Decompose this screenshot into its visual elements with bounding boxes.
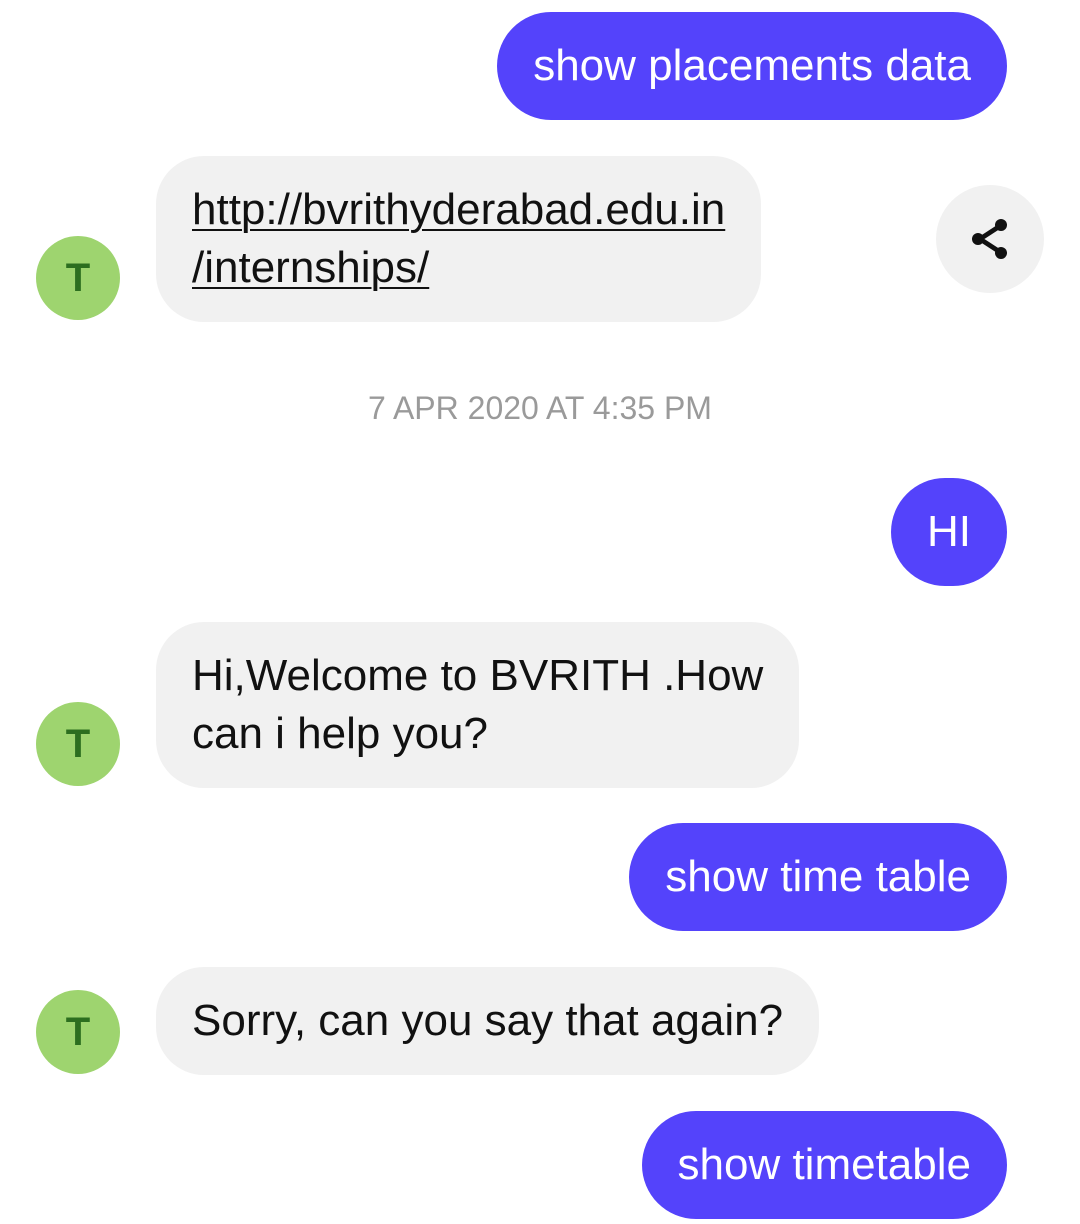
- message-text: Sorry, can you say that again?: [192, 996, 784, 1045]
- message-text: show placements data: [533, 41, 971, 90]
- bot-message-bubble[interactable]: Hi,Welcome to BVRITH .How can i help you…: [156, 622, 800, 788]
- user-message-bubble[interactable]: show timetable: [641, 1111, 1007, 1219]
- message-text-line: can i help you?: [192, 709, 488, 758]
- share-icon: [972, 219, 1007, 259]
- avatar-initial: T: [65, 722, 91, 766]
- chat-conversation: show placements data T http://bvrithyder…: [0, 0, 1080, 1224]
- message-text-line: Hi,Welcome to BVRITH .How: [192, 651, 764, 700]
- avatar-initial: T: [65, 256, 91, 300]
- bot-avatar: T: [36, 990, 120, 1074]
- link-line: http://bvrithyderabad.edu.in: [192, 185, 726, 234]
- message-text: HI: [927, 507, 971, 556]
- bot-avatar: T: [36, 702, 120, 786]
- bot-avatar: T: [36, 236, 120, 320]
- user-message-bubble[interactable]: show placements data: [497, 12, 1007, 120]
- user-message-bubble[interactable]: HI: [891, 478, 1007, 586]
- bot-message-bubble[interactable]: http://bvrithyderabad.edu.in/internships…: [156, 156, 762, 322]
- link-line: /internships/: [192, 243, 430, 292]
- user-message-bubble[interactable]: show time table: [629, 823, 1007, 931]
- share-button[interactable]: [936, 185, 1044, 293]
- message-text: show time table: [665, 852, 971, 901]
- timestamp: 7 APR 2020 AT 4:35 PM: [368, 390, 712, 426]
- avatar-initial: T: [65, 1010, 91, 1054]
- message-text: show timetable: [677, 1140, 971, 1189]
- bot-message-bubble[interactable]: Sorry, can you say that again?: [156, 967, 820, 1075]
- internships-link[interactable]: http://bvrithyderabad.edu.in/internships…: [192, 185, 725, 292]
